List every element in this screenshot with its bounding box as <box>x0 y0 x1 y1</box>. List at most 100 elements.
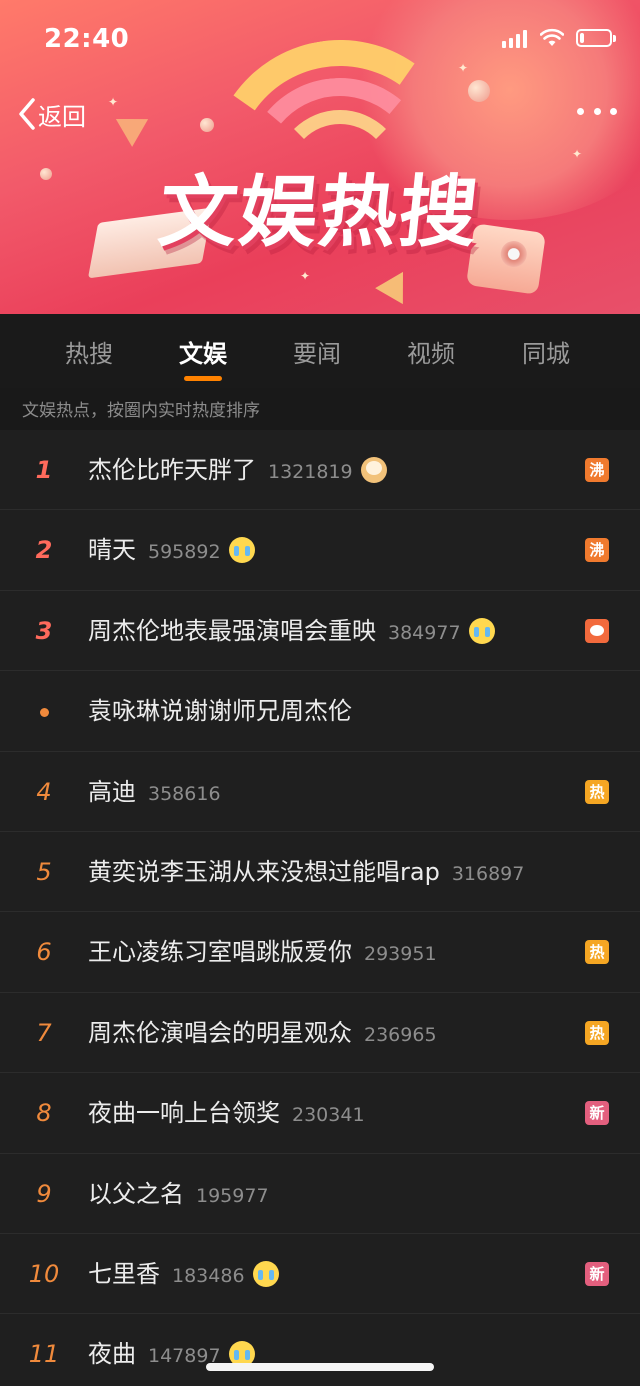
topic-title: 周杰伦地表最强演唱会重映 <box>88 616 376 645</box>
topic-entry: 杰伦比昨天胖了 1321819 <box>88 430 387 510</box>
rank-number: 3 <box>35 616 53 645</box>
list-item[interactable]: 1 杰伦比昨天胖了 1321819 沸 <box>0 430 640 511</box>
list-item[interactable]: 3 周杰伦地表最强演唱会重映 384977 <box>0 590 640 672</box>
triangle-decoration <box>107 105 149 147</box>
topic-title: 夜曲一响上台领奖 <box>88 1099 280 1128</box>
crying-face-icon <box>228 537 255 564</box>
heat-count: 384977 <box>388 621 461 644</box>
rank-number: 5 <box>36 857 52 886</box>
battery-icon <box>576 29 616 47</box>
list-item[interactable]: 7 周杰伦演唱会的明星观众 236965 热 <box>0 992 640 1074</box>
more-dot-icon <box>577 108 584 115</box>
list-item[interactable]: 11 夜曲 147897 <box>0 1314 640 1386</box>
heat-count: 195977 <box>196 1184 269 1207</box>
topic-entry: 周杰伦地表最强演唱会重映 384977 <box>88 591 495 671</box>
topic-title: 黄奕说李玉湖从来没想过能唱rap <box>88 857 440 886</box>
list-item[interactable]: 袁咏琳说谢谢师兄周杰伦 <box>0 671 640 752</box>
list-item[interactable]: 4 高迪 358616 热 <box>0 751 640 832</box>
rank-number: 4 <box>36 777 52 806</box>
heat-count: 595892 <box>148 541 221 564</box>
topic-entry: 七里香 183486 <box>88 1234 279 1314</box>
heat-count: 293951 <box>364 943 437 966</box>
rank-number: 7 <box>36 1018 52 1047</box>
back-button[interactable]: 返回 <box>16 94 86 134</box>
sparkle-icon: ✦ <box>458 61 469 75</box>
topic-entry: 袁咏琳说谢谢师兄周杰伦 <box>88 671 352 751</box>
category-tabs: 热搜 文娱 要闻 视频 同城 <box>0 314 640 388</box>
wifi-icon <box>540 28 564 46</box>
status-badge: 新 <box>585 1261 609 1286</box>
status-badge: 热 <box>585 1020 609 1045</box>
list-item[interactable]: 10 七里香 183486 新 <box>0 1233 640 1315</box>
topic-title: 王心凌练习室唱跳版爱你 <box>88 938 352 967</box>
rank-number <box>0 671 88 751</box>
topic-entry: 黄奕说李玉湖从来没想过能唱rap 316897 <box>88 832 524 912</box>
list-item[interactable]: 6 王心凌练习室唱跳版爱你 293951 热 <box>0 912 640 993</box>
rank-number: 11 <box>28 1340 60 1369</box>
tab-hot-search[interactable]: 热搜 <box>49 334 129 369</box>
sparkle-icon: ✦ <box>300 269 311 283</box>
topic-title: 袁咏琳说谢谢师兄周杰伦 <box>88 697 352 726</box>
status-badge: 沸 <box>585 458 609 482</box>
list-item[interactable]: 8 夜曲一响上台领奖 230341 新 <box>0 1073 640 1154</box>
topic-title: 高迪 <box>88 777 136 806</box>
rank-number: 6 <box>36 938 52 967</box>
rank-number: 10 <box>28 1259 60 1288</box>
rank-number: 1 <box>35 456 53 484</box>
list-item[interactable]: 5 黄奕说李玉湖从来没想过能唱rap 316897 <box>0 831 640 913</box>
topic-entry: 周杰伦演唱会的明星观众 236965 <box>88 993 437 1073</box>
dog-icon <box>360 457 387 483</box>
tab-news[interactable]: 要闻 <box>277 334 357 369</box>
rank-number: 2 <box>35 536 53 565</box>
status-badge: 沸 <box>585 538 609 563</box>
planet-icon <box>468 80 490 102</box>
more-dot-icon <box>610 108 617 115</box>
crying-face-icon <box>468 617 495 644</box>
header-banner: ✦ ✦ ✦ ✦ 文娱热搜 22:40 返回 <box>0 0 640 314</box>
list-item[interactable]: 9 以父之名 195977 <box>0 1153 640 1234</box>
list-description: 文娱热点，按圈内实时热度排序 <box>0 388 640 430</box>
topic-entry: 以父之名 195977 <box>88 1154 269 1234</box>
back-label: 返回 <box>38 102 86 131</box>
sparkle-icon: ✦ <box>108 95 119 109</box>
list-item[interactable]: 2 晴天 595892 沸 <box>0 510 640 591</box>
crying-face-icon <box>252 1260 279 1287</box>
tab-entertainment[interactable]: 文娱 <box>163 334 243 369</box>
planet-icon <box>200 118 214 132</box>
rank-number: 9 <box>36 1179 52 1208</box>
page-title: 文娱热搜 <box>154 168 484 258</box>
heat-count: 1321819 <box>268 461 353 483</box>
cellular-signal-icon <box>502 28 530 48</box>
home-indicator[interactable] <box>206 1363 434 1371</box>
heat-count: 236965 <box>364 1023 437 1046</box>
promoted-dot-icon <box>39 707 49 717</box>
topic-title: 周杰伦演唱会的明星观众 <box>88 1018 352 1047</box>
more-dot-icon <box>593 108 601 115</box>
status-badge: 新 <box>585 1101 609 1126</box>
topic-title: 杰伦比昨天胖了 <box>88 456 256 484</box>
trending-list: 1 杰伦比昨天胖了 1321819 沸 2 晴天 595892 沸 3 周杰伦地表最强演唱会重映 3… <box>0 430 640 1386</box>
heat-count: 230341 <box>292 1104 365 1127</box>
topic-entry: 夜曲一响上台领奖 230341 <box>88 1073 365 1153</box>
discussion-badge-icon <box>585 618 609 643</box>
heat-count: 183486 <box>172 1264 245 1287</box>
tab-local[interactable]: 同城 <box>506 334 586 369</box>
topic-entry: 王心凌练习室唱跳版爱你 293951 <box>88 912 437 992</box>
chevron-left-icon <box>19 98 35 130</box>
topic-entry: 晴天 595892 <box>88 510 255 590</box>
heat-count: 358616 <box>148 782 221 805</box>
topic-entry: 高迪 358616 <box>88 752 221 832</box>
topic-entry: 夜曲 147897 <box>88 1314 255 1386</box>
status-time: 22:40 <box>44 24 130 54</box>
status-badge: 热 <box>585 779 609 804</box>
topic-title: 以父之名 <box>88 1179 184 1208</box>
tab-video[interactable]: 视频 <box>391 334 471 369</box>
more-options-button[interactable] <box>577 108 617 118</box>
status-badge: 热 <box>585 940 609 965</box>
topic-title: 晴天 <box>88 536 136 565</box>
topic-title: 夜曲 <box>88 1340 136 1369</box>
topic-title: 七里香 <box>88 1259 160 1288</box>
active-tab-indicator <box>184 376 222 381</box>
heat-count: 316897 <box>451 862 525 885</box>
rank-number: 8 <box>36 1099 52 1128</box>
